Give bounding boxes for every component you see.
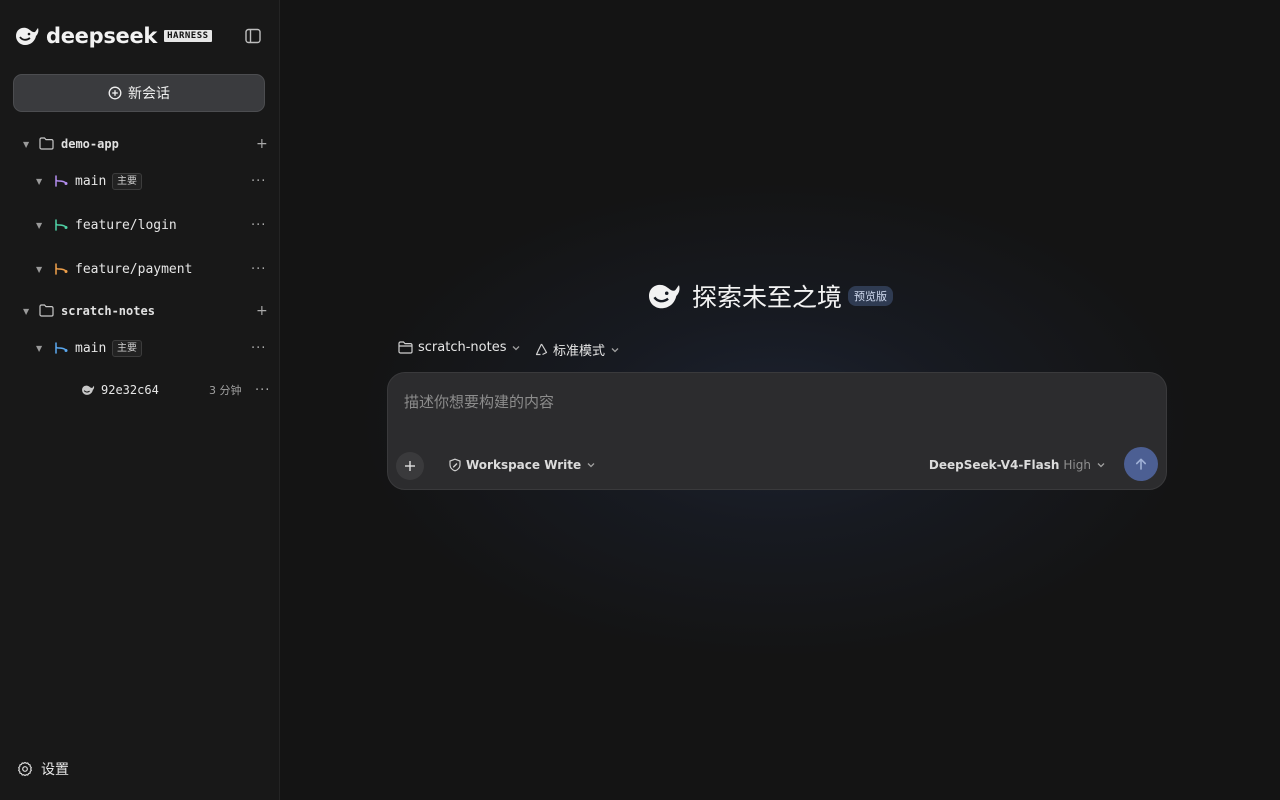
model-name: DeepSeek-V4-Flash — [928, 458, 1060, 472]
branch-item-feature-payment[interactable]: ▼ feature/payment ··· — [0, 255, 279, 283]
chevron-down-icon — [513, 345, 520, 350]
recycle-icon — [535, 343, 548, 356]
more-options-button[interactable]: ··· — [251, 341, 266, 356]
hero-title: 探索未至之境 — [692, 283, 843, 312]
branch-item-main[interactable]: ▼ main 主要 ··· — [0, 167, 279, 195]
branch-name: feature/login — [75, 217, 177, 233]
workspace-label: scratch-notes — [418, 340, 507, 355]
preview-badge: 预览版 — [848, 286, 894, 306]
caret-down-icon[interactable]: ▼ — [36, 177, 42, 186]
branch-name: main — [75, 173, 107, 189]
more-options-button[interactable]: ··· — [251, 218, 266, 233]
brand: deepseek HARNESS — [14, 24, 212, 48]
main-area: 探索未至之境 预览版 scratch-notes 标准模式 描述你想要构建的内容… — [280, 0, 1280, 800]
add-branch-button[interactable]: + — [256, 136, 268, 152]
gear-icon — [18, 761, 32, 777]
caret-down-icon[interactable]: ▼ — [23, 140, 29, 149]
whale-logo-icon — [16, 27, 39, 45]
reasoning-level: High — [1063, 458, 1091, 472]
caret-down-icon[interactable]: ▼ — [23, 307, 29, 316]
project-demo-app[interactable]: ▼ demo-app + — [0, 130, 279, 158]
permission-selector[interactable]: Workspace Write — [448, 458, 596, 472]
project-name: scratch-notes — [61, 304, 155, 318]
settings-label: 设置 — [41, 762, 69, 778]
project-scratch-notes[interactable]: ▼ scratch-notes + — [0, 297, 279, 325]
mode-label: 标准模式 — [553, 344, 606, 359]
new-chat-button[interactable]: 新会话 — [13, 74, 265, 112]
session-id: 92e32c64 — [101, 383, 159, 397]
hero: 探索未至之境 预览版 — [646, 278, 894, 314]
collapse-sidebar-button[interactable] — [243, 26, 263, 46]
git-branch-icon — [55, 342, 68, 354]
add-branch-button[interactable]: + — [256, 303, 268, 319]
session-item[interactable]: 92e32c64 3 分钟 ··· — [0, 376, 279, 404]
branch-item-feature-login[interactable]: ▼ feature/login ··· — [0, 211, 279, 239]
attach-button[interactable] — [396, 452, 424, 480]
prompt-input[interactable] — [402, 389, 1146, 415]
folder-open-icon — [398, 341, 413, 354]
folder-icon — [39, 304, 54, 317]
branch-item-main[interactable]: ▼ main 主要 ··· — [0, 334, 279, 362]
workspace-selector[interactable]: scratch-notes — [398, 340, 521, 355]
send-button[interactable] — [1124, 447, 1158, 481]
branch-name: main — [75, 340, 107, 356]
git-branch-icon — [55, 175, 68, 187]
composer: Workspace Write DeepSeek-V4-Flash High — [387, 372, 1167, 490]
branch-name: feature/payment — [75, 261, 193, 277]
caret-down-icon[interactable]: ▼ — [36, 344, 42, 353]
folder-icon — [39, 137, 54, 150]
primary-tag: 主要 — [112, 339, 142, 357]
mode-selector[interactable]: 标准模式 — [534, 340, 620, 359]
chevron-down-icon — [611, 347, 619, 352]
plus-circle-icon — [108, 86, 122, 100]
settings-button[interactable]: 设置 — [17, 759, 69, 779]
arrow-up-icon — [1136, 458, 1146, 470]
caret-down-icon[interactable]: ▼ — [36, 265, 42, 274]
chevron-down-icon — [587, 463, 595, 468]
sidebar-toggle-icon — [245, 28, 261, 44]
chevron-down-icon — [1097, 463, 1105, 468]
model-selector[interactable]: DeepSeek-V4-Flash High — [929, 458, 1106, 472]
git-branch-icon — [55, 219, 68, 231]
git-branch-icon — [55, 263, 68, 275]
new-chat-label: 新会话 — [128, 86, 170, 102]
permission-label: Workspace Write — [466, 458, 582, 472]
primary-tag: 主要 — [112, 172, 142, 190]
plus-icon — [405, 461, 415, 471]
more-options-button[interactable]: ··· — [251, 262, 266, 277]
whale-session-icon — [82, 385, 95, 395]
sidebar: deepseek HARNESS 新会话 ▼ demo-app + ▼ main… — [0, 0, 280, 800]
brand-badge: HARNESS — [164, 30, 212, 42]
whale-logo-icon — [649, 284, 680, 309]
more-options-button[interactable]: ··· — [255, 383, 270, 398]
brand-name: deepseek — [46, 24, 158, 48]
caret-down-icon[interactable]: ▼ — [36, 221, 42, 230]
session-time: 3 分钟 — [209, 384, 242, 397]
project-name: demo-app — [61, 137, 119, 151]
more-options-button[interactable]: ··· — [251, 174, 266, 189]
shield-edit-icon — [449, 458, 461, 472]
